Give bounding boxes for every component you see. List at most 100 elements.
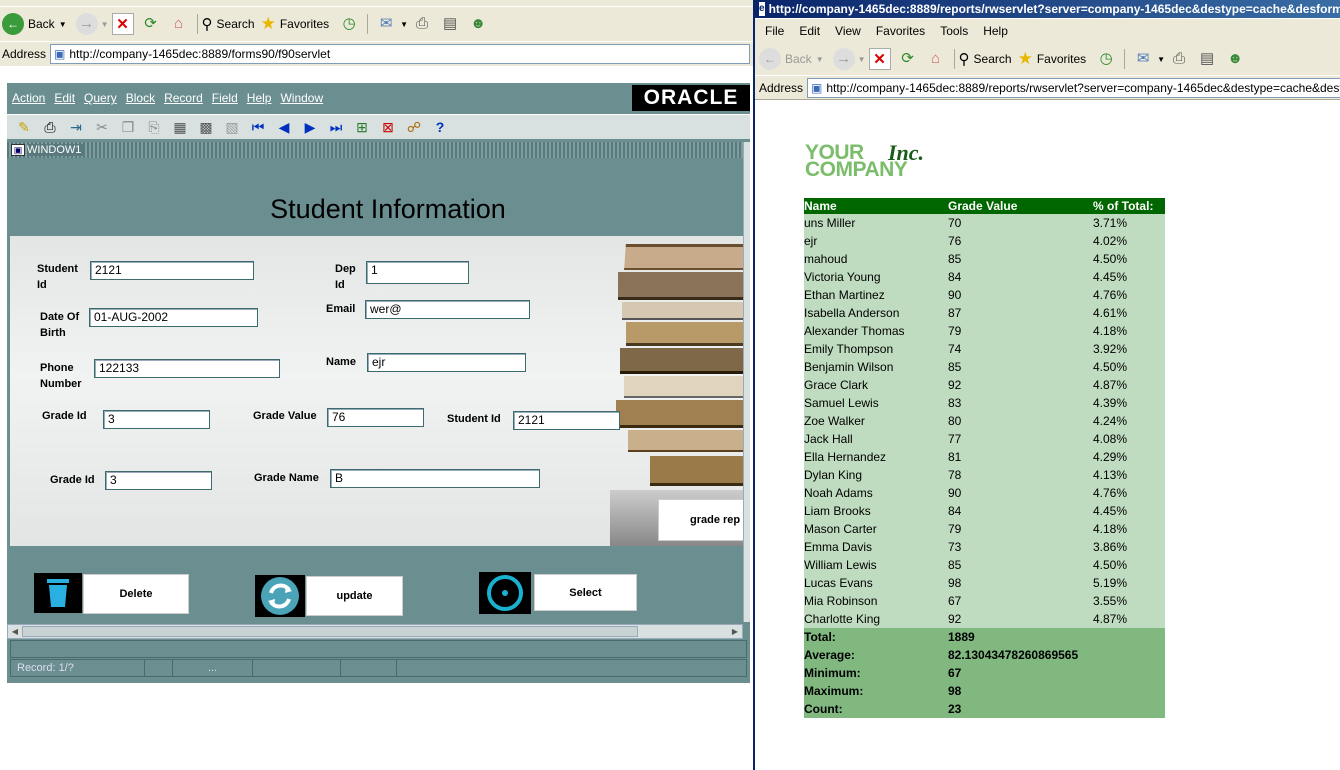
refresh-icon[interactable]: ⟳ bbox=[897, 48, 919, 70]
label-grade-name: Grade Name bbox=[254, 472, 319, 484]
previous-record-icon[interactable]: ◀ bbox=[274, 117, 294, 137]
dep-id-field[interactable]: 1 bbox=[366, 261, 469, 284]
last-record-icon[interactable]: ⏭ bbox=[326, 117, 346, 137]
address-input[interactable]: ▣ http://company-1465dec:8889/forms90/f9… bbox=[50, 44, 751, 64]
right-titlebar[interactable]: e http://company-1465dec:8889/reports/rw… bbox=[755, 0, 1340, 18]
chevron-down-icon[interactable]: ▼ bbox=[101, 20, 109, 29]
trash-icon[interactable] bbox=[34, 573, 82, 613]
home-icon[interactable]: ⌂ bbox=[168, 13, 190, 35]
edit-icon[interactable]: ▤ bbox=[439, 13, 461, 35]
search-button[interactable]: ⚲ Search bbox=[959, 50, 1012, 68]
cell-name: William Lewis bbox=[804, 558, 877, 572]
cell-name: Mia Robinson bbox=[804, 594, 878, 608]
ie-icon: e bbox=[759, 2, 765, 16]
student-id-2-field[interactable]: 2121 bbox=[513, 411, 620, 430]
forward-icon[interactable]: → bbox=[75, 13, 98, 35]
left-menu-bar bbox=[0, 0, 753, 6]
enter-query-icon[interactable]: ▦ bbox=[170, 117, 190, 137]
cell-grade-value: 92 bbox=[948, 612, 962, 626]
student-id-field[interactable]: 2121 bbox=[90, 261, 254, 280]
favorites-button[interactable]: ★ Favorites bbox=[261, 14, 330, 34]
menu-help[interactable]: Help bbox=[983, 24, 1008, 38]
cell-grade-value: 98 bbox=[948, 576, 962, 590]
back-button[interactable]: ← Back ▼ bbox=[2, 13, 67, 35]
menu-item-help[interactable]: Help bbox=[247, 91, 272, 105]
menu-edit[interactable]: Edit bbox=[799, 24, 820, 38]
stop-icon[interactable]: ✕ bbox=[868, 48, 891, 70]
grade-name-field[interactable]: B bbox=[330, 469, 540, 488]
history-icon[interactable]: ◷ bbox=[1095, 48, 1117, 70]
chevron-down-icon[interactable]: ▼ bbox=[1157, 55, 1165, 64]
refresh-icon[interactable]: ⟳ bbox=[140, 13, 162, 35]
delete-button[interactable]: Delete bbox=[83, 574, 189, 614]
first-record-icon[interactable]: ⏮ bbox=[248, 117, 268, 137]
grade-report-button[interactable]: grade rep bbox=[658, 499, 743, 541]
cut-icon[interactable]: ✂ bbox=[92, 117, 112, 137]
messenger-icon[interactable]: ☻ bbox=[1224, 48, 1246, 70]
name-field[interactable]: ejr bbox=[367, 353, 526, 372]
cell-name: Jack Hall bbox=[804, 432, 853, 446]
execute-query-icon[interactable]: ▩ bbox=[196, 117, 216, 137]
edit-icon[interactable]: ▤ bbox=[1196, 48, 1218, 70]
save-icon[interactable]: ✎ bbox=[14, 117, 34, 137]
menu-item-window[interactable]: Window bbox=[280, 91, 323, 105]
phone-number-field[interactable]: 122133 bbox=[94, 359, 280, 378]
help-icon[interactable]: ? bbox=[430, 117, 450, 137]
grade-id-2-field[interactable]: 3 bbox=[105, 471, 212, 490]
address-input[interactable]: ▣ http://company-1465dec:8889/reports/rw… bbox=[807, 77, 1340, 98]
menu-view[interactable]: View bbox=[835, 24, 861, 38]
window-titlebar[interactable]: ▣ WINDOW1 bbox=[7, 142, 743, 158]
menu-item-field[interactable]: Field bbox=[212, 91, 238, 105]
refresh-icon[interactable] bbox=[255, 575, 305, 617]
favorites-button[interactable]: ★ Favorites bbox=[1018, 49, 1087, 69]
print-icon[interactable]: ⎙ bbox=[411, 13, 433, 35]
print-icon[interactable]: ⎙ bbox=[1168, 48, 1190, 70]
back-button[interactable]: ← Back ▼ bbox=[759, 48, 824, 70]
delete-record-icon[interactable]: ⊠ bbox=[378, 117, 398, 137]
next-record-icon[interactable]: ▶ bbox=[300, 117, 320, 137]
print-icon[interactable]: ⎙ bbox=[40, 117, 60, 137]
horizontal-scrollbar[interactable]: ◀ ▶ bbox=[7, 624, 743, 639]
menu-item-action[interactable]: Action bbox=[12, 91, 45, 105]
menu-item-edit[interactable]: Edit bbox=[54, 91, 75, 105]
email-field[interactable]: wer@ bbox=[365, 300, 530, 319]
update-button[interactable]: update bbox=[306, 576, 403, 616]
chevron-down-icon[interactable]: ▼ bbox=[400, 20, 408, 29]
scroll-left-arrow[interactable]: ◀ bbox=[8, 625, 22, 638]
mail-icon[interactable]: ✉ bbox=[1132, 48, 1154, 70]
exit-icon[interactable]: ⇥ bbox=[66, 117, 86, 137]
scroll-right-arrow[interactable]: ▶ bbox=[728, 625, 742, 638]
search-button[interactable]: ⚲ Search bbox=[202, 15, 255, 33]
grade-id-field[interactable]: 3 bbox=[103, 410, 210, 429]
select-button[interactable]: Select bbox=[534, 574, 637, 611]
menu-tools[interactable]: Tools bbox=[940, 24, 968, 38]
chevron-down-icon[interactable]: ▼ bbox=[858, 55, 866, 64]
copy-icon[interactable]: ❐ bbox=[118, 117, 138, 137]
vertical-scrollbar[interactable] bbox=[743, 142, 750, 622]
date-of-birth-field[interactable]: 01-AUG-2002 bbox=[89, 308, 258, 327]
insert-record-icon[interactable]: ⊞ bbox=[352, 117, 372, 137]
menu-item-block[interactable]: Block bbox=[126, 91, 155, 105]
forward-icon[interactable]: → bbox=[832, 48, 855, 70]
menu-favorites[interactable]: Favorites bbox=[876, 24, 925, 38]
menu-file[interactable]: File bbox=[765, 24, 784, 38]
cell-name: Samuel Lewis bbox=[804, 396, 879, 410]
back-arrow-icon: ← bbox=[2, 13, 24, 35]
menu-item-query[interactable]: Query bbox=[84, 91, 117, 105]
cancel-query-icon[interactable]: ▧ bbox=[222, 117, 242, 137]
scroll-thumb[interactable] bbox=[22, 626, 638, 637]
stop-icon[interactable]: ✕ bbox=[111, 13, 134, 35]
select-target-icon[interactable] bbox=[479, 572, 531, 614]
toolbar-separator bbox=[1124, 49, 1126, 69]
home-icon[interactable]: ⌂ bbox=[925, 48, 947, 70]
lock-record-icon[interactable]: ☍ bbox=[404, 117, 424, 137]
messenger-icon[interactable]: ☻ bbox=[467, 13, 489, 35]
grade-value-field[interactable]: 76 bbox=[327, 408, 424, 427]
history-icon[interactable]: ◷ bbox=[338, 13, 360, 35]
right-address-bar: Address ▣ http://company-1465dec:8889/re… bbox=[755, 76, 1340, 100]
paste-icon[interactable]: ⎘ bbox=[144, 117, 164, 137]
cell-grade-value: 78 bbox=[948, 468, 962, 482]
mail-icon[interactable]: ✉ bbox=[375, 13, 397, 35]
menu-item-record[interactable]: Record bbox=[164, 91, 203, 105]
cell-name: Liam Brooks bbox=[804, 504, 871, 518]
